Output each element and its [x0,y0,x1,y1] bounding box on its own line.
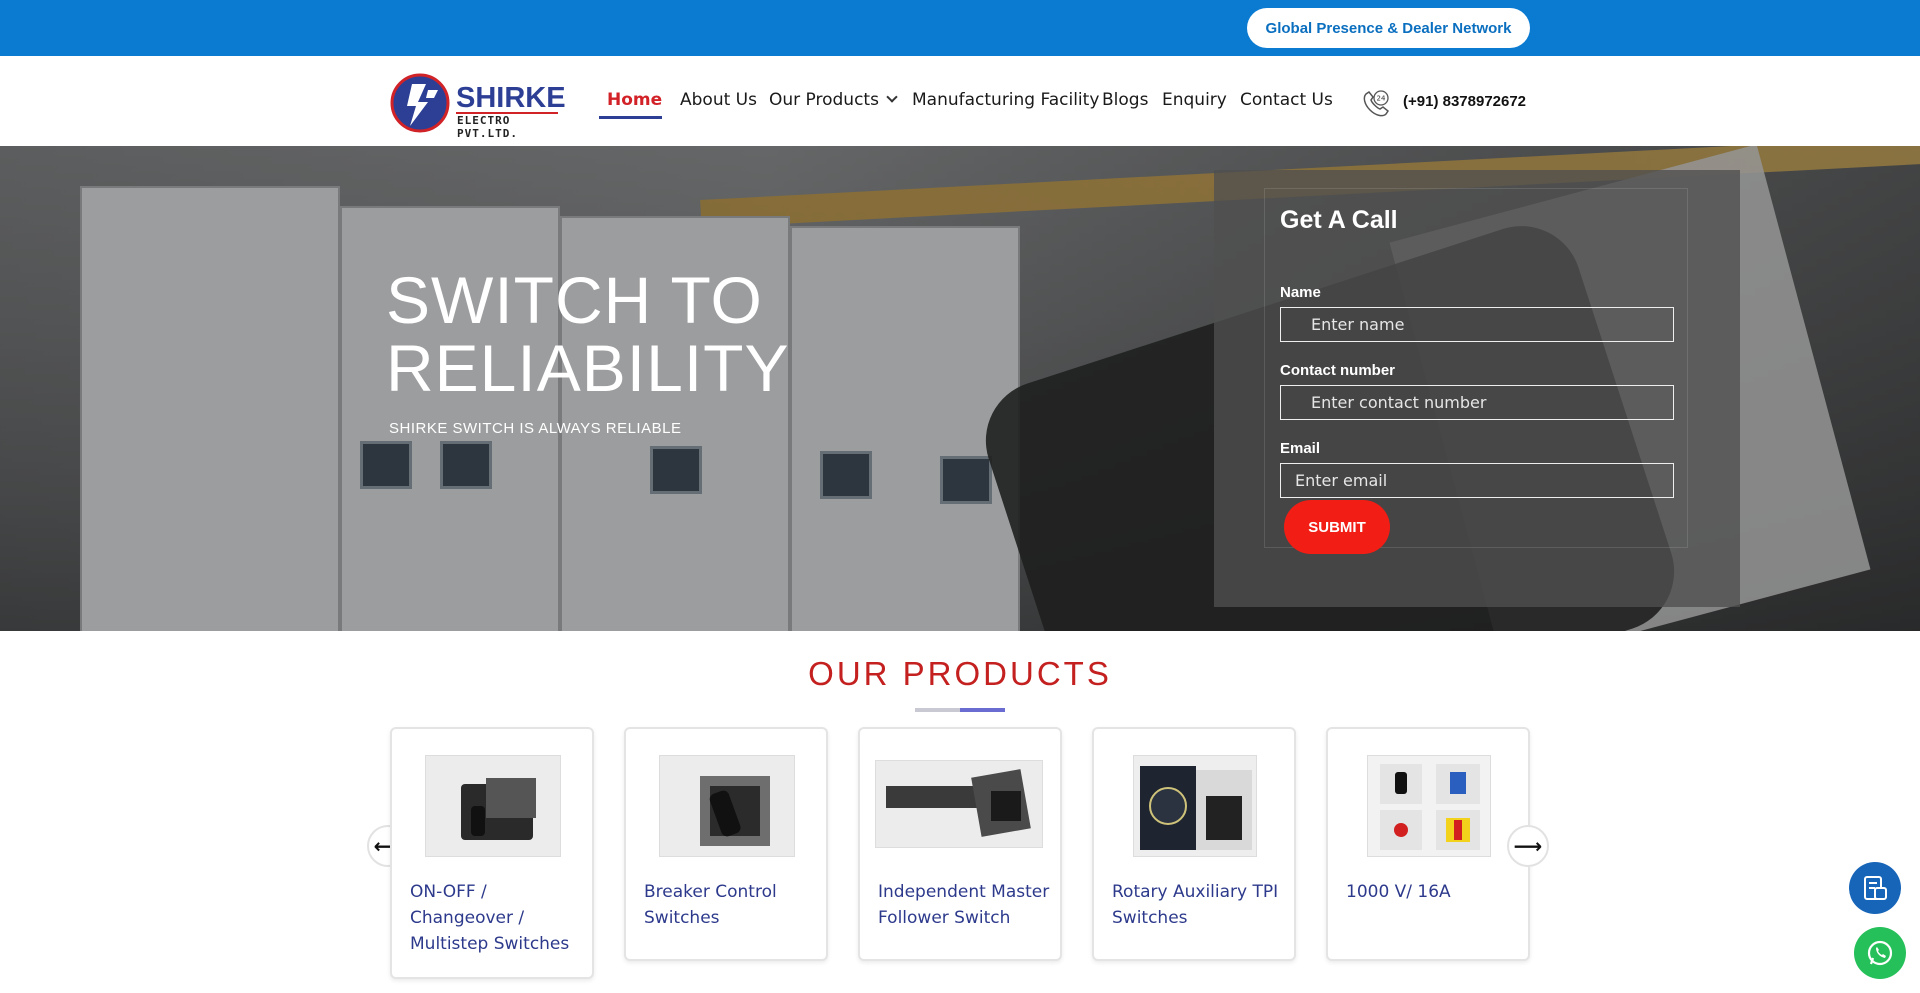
name-label: Name [1280,284,1321,301]
phone-badge: 24 [1377,95,1386,103]
products-section-title: OUR PRODUCTS [808,655,1112,692]
hero-title-line1: SWITCH TO [386,263,763,337]
hero-subtitle: SHIRKE SWITCH IS ALWAYS RELIABLE [389,420,682,437]
get-a-call-form: Get A Call Name Contact number Email SUB… [1214,170,1740,607]
product-caption[interactable]: 1000 V/ 16A [1346,879,1518,905]
brochure-float-button[interactable] [1849,862,1901,914]
carousel-next-button[interactable]: ⟶ [1507,825,1549,867]
email-input[interactable] [1280,463,1674,498]
16a-switch-image [1368,756,1490,856]
logo-mark-icon [390,73,450,133]
dealer-network-button[interactable]: Global Presence & Dealer Network [1247,8,1530,48]
title-underline [915,708,1005,712]
nav-manufacturing-facility[interactable]: Manufacturing Facility [912,90,1099,110]
rotary-switch-image [426,756,560,856]
contact-number-input[interactable] [1280,385,1674,420]
logo-subtitle: ELECTRO PVT.LTD. [457,114,518,140]
nav-our-products-label: Our Products [769,90,879,110]
breaker-switch-image [660,756,794,856]
contact-number-label: Contact number [1280,362,1396,379]
product-card[interactable]: Breaker Control Switches [624,727,828,961]
hero-title-line2: RELIABILITY [386,331,790,405]
product-image [875,760,1043,848]
logo-brand: SHIRKE [456,82,566,114]
logo[interactable]: SHIRKE ELECTRO PVT.LTD. [390,72,566,140]
product-caption[interactable]: ON-OFF / Changeover / Multistep Switches [410,879,582,957]
nav-home[interactable]: Home [607,90,662,110]
hero-title: SWITCH TO RELIABILITY [386,266,790,402]
submit-button[interactable]: SUBMIT [1284,500,1390,554]
product-card[interactable]: Independent Master Follower Switch [858,727,1062,961]
product-image [1367,755,1491,857]
name-input[interactable] [1280,307,1674,342]
hero-banner: SWITCH TO RELIABILITY SHIRKE SWITCH IS A… [0,146,1920,631]
product-caption[interactable]: Breaker Control Switches [644,879,816,931]
nav-blogs[interactable]: Blogs [1102,90,1148,110]
phone-24-icon[interactable]: 24 [1360,88,1392,118]
top-bar: Global Presence & Dealer Network [0,0,1920,56]
product-caption[interactable]: Rotary Auxiliary TPI Switches [1112,879,1284,931]
form-title: Get A Call [1280,206,1398,234]
product-image [1133,755,1257,857]
header: SHIRKE ELECTRO PVT.LTD. Home About Us Ou… [0,56,1920,146]
nav-enquiry[interactable]: Enquiry [1162,90,1227,110]
email-label: Email [1280,440,1321,457]
nav-our-products[interactable]: Our Products [769,90,898,110]
chevron-down-icon [886,91,898,103]
whatsapp-float-button[interactable] [1854,927,1906,979]
product-card[interactable]: Rotary Auxiliary TPI Switches [1092,727,1296,961]
nav-contact-us[interactable]: Contact Us [1240,90,1333,110]
phone-number[interactable]: (+91) 8378972672 [1403,93,1526,110]
nav-active-indicator [599,116,662,119]
product-image [659,755,795,857]
product-image [425,755,561,857]
document-icon [1864,876,1887,900]
nav-about-us[interactable]: About Us [680,90,757,110]
master-follower-switch-image [876,761,1042,847]
product-card[interactable]: ON-OFF / Changeover / Multistep Switches [390,727,594,979]
whatsapp-icon [1867,940,1893,966]
rotary-auxiliary-switch-image [1134,756,1256,856]
product-caption[interactable]: Independent Master Follower Switch [878,879,1050,931]
product-card[interactable]: 1000 V/ 16A [1326,727,1530,961]
